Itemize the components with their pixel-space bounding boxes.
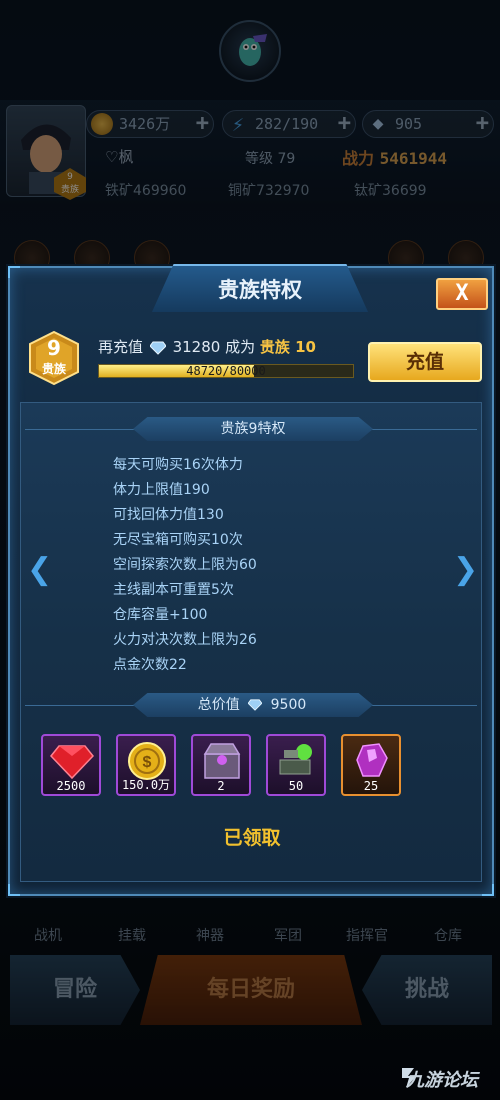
prev-arrow-icon[interactable]: ❮ <box>27 553 52 587</box>
perk-item: 空间探索次数上限为60 <box>113 557 257 573</box>
watermark-text: 九游论坛 <box>406 1070 478 1091</box>
recharge-button[interactable]: 充值 <box>368 342 482 382</box>
vip-level-badge: 9 贵族 <box>28 330 80 386</box>
vip-badge-level: 9 <box>47 336 61 360</box>
diamond-icon <box>248 699 263 711</box>
perk-item: 体力上限值190 <box>113 482 210 498</box>
green-parts-icon <box>279 744 312 775</box>
perk-item: 主线副本可重置5次 <box>113 582 234 598</box>
reward-quantity: 2500 <box>56 779 86 793</box>
perk-item: 仓库容量+100 <box>113 607 208 623</box>
recharge-amount: 31280 <box>172 338 221 356</box>
total-label: 总价值 <box>197 697 240 713</box>
red-gem-icon <box>50 745 94 780</box>
perk-item: 火力对决次数上限为26 <box>113 632 257 648</box>
perk-item: 点金次数22 <box>113 657 187 671</box>
section-title: 贵族9特权 <box>133 417 373 441</box>
total-amount: 9500 <box>270 697 307 713</box>
total-value: 总价值 9500 <box>21 693 483 717</box>
reward-item[interactable]: 25 <box>341 734 401 796</box>
reward-quantity: 50 <box>288 779 304 793</box>
claimed-status: 已领取 <box>223 827 281 849</box>
vip-progress-bar: 48720/80000 <box>98 364 354 378</box>
perk-item: 无尽宝箱可购买10次 <box>113 532 243 548</box>
purple-crystal-icon <box>356 743 388 777</box>
frame-corner <box>8 884 20 896</box>
modal-title: 贵族特权 <box>218 278 302 302</box>
reward-quantity: 2 <box>217 779 225 793</box>
perk-list[interactable]: 每天可购买16次体力 体力上限值190 可找回体力值130 无尽宝箱可购买10次… <box>113 453 393 671</box>
frame-corner <box>482 884 494 896</box>
vip-badge-label: 贵族 <box>41 362 66 376</box>
perk-item: 每天可购买16次体力 <box>113 457 243 473</box>
svg-text:$: $ <box>143 754 152 771</box>
privilege-panel: 贵族9特权 ❮ ❯ 每天可购买16次体力 体力上限值190 可找回体力值130 … <box>20 402 482 882</box>
recharge-suffix: 成为 <box>225 338 256 356</box>
diamond-icon <box>149 341 166 355</box>
recharge-requirement: 再充值 31280 成为 贵族 10 <box>98 336 316 357</box>
frame-corner <box>8 266 20 278</box>
reward-item[interactable]: $ 150.0万 <box>116 734 176 796</box>
watermark: 九游论坛 <box>404 1066 478 1092</box>
treasure-chest-icon <box>203 743 241 779</box>
next-vip-level: 贵族 10 <box>259 338 316 356</box>
progress-text: 48720/80000 <box>186 364 266 378</box>
next-arrow-icon[interactable]: ❯ <box>453 553 478 587</box>
vip-privilege-modal: 贵族特权 X 9 贵族 再充值 31280 成为 贵族 10 48720/800… <box>8 264 494 896</box>
recharge-prefix: 再充值 <box>98 338 144 356</box>
reward-item[interactable]: 2500 <box>41 734 101 796</box>
reward-quantity: 150.0万 <box>121 778 171 792</box>
reward-item[interactable]: 50 <box>266 734 326 796</box>
reward-quantity: 25 <box>363 779 379 793</box>
close-button[interactable]: X <box>436 278 488 310</box>
reward-item[interactable]: 2 <box>191 734 251 796</box>
perk-item: 可找回体力值130 <box>113 507 224 523</box>
